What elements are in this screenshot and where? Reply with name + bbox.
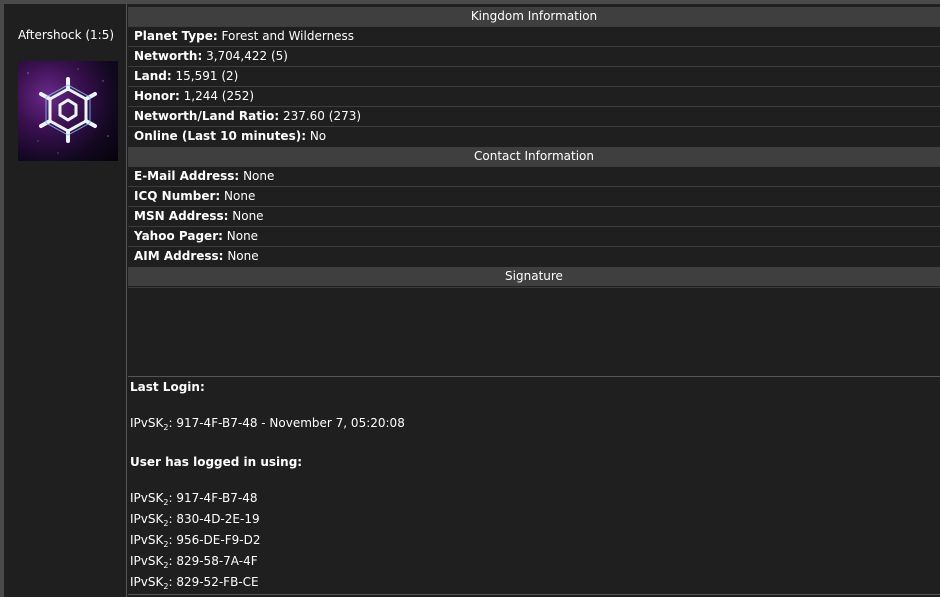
profile-details: Kingdom Information Planet Type: Forest … <box>128 4 940 597</box>
login-history-label: User has logged in using: <box>130 455 303 469</box>
login-history-item: IPvSK2: 956-DE-F9-D2 <box>130 533 261 549</box>
last-login-label: Last Login: <box>130 380 205 394</box>
row-networth-land-ratio: Networth/Land Ratio: 237.60 (273) <box>128 106 940 125</box>
row-email: E-Mail Address: None <box>128 166 940 185</box>
kingdom-info-header: Kingdom Information <box>128 7 940 26</box>
row-aim: AIM Address: None <box>128 246 940 265</box>
row-icq: ICQ Number: None <box>128 186 940 205</box>
row-planet-type: Planet Type: Forest and Wilderness <box>128 26 940 45</box>
row-land: Land: 15,591 (2) <box>128 66 940 85</box>
row-honor: Honor: 1,244 (252) <box>128 86 940 105</box>
player-name: Aftershock (1:5) <box>17 28 115 42</box>
row-yahoo: Yahoo Pager: None <box>128 226 940 245</box>
row-msn: MSN Address: None <box>128 206 940 225</box>
signature-header: Signature <box>128 267 940 286</box>
bottom-divider <box>128 594 940 595</box>
login-history-item: IPvSK2: 830-4D-2E-19 <box>130 512 260 528</box>
gear-emblem-icon <box>27 68 109 154</box>
row-networth: Networth: 3,704,422 (5) <box>128 46 940 65</box>
contact-info-header: Contact Information <box>128 147 940 166</box>
login-history-item: IPvSK2: 917-4F-B7-48 <box>130 491 258 507</box>
player-avatar <box>18 61 118 161</box>
login-history-item: IPvSK2: 829-58-7A-4F <box>130 554 258 570</box>
player-sidebar: Aftershock (1:5) <box>4 4 127 597</box>
login-history-item: IPvSK2: 829-52-FB-CE <box>130 575 259 591</box>
signature-box <box>128 287 940 377</box>
last-login-entry: IPvSK2: 917-4F-B7-48 - November 7, 05:20… <box>130 416 405 432</box>
row-online: Online (Last 10 minutes): No <box>128 126 940 145</box>
